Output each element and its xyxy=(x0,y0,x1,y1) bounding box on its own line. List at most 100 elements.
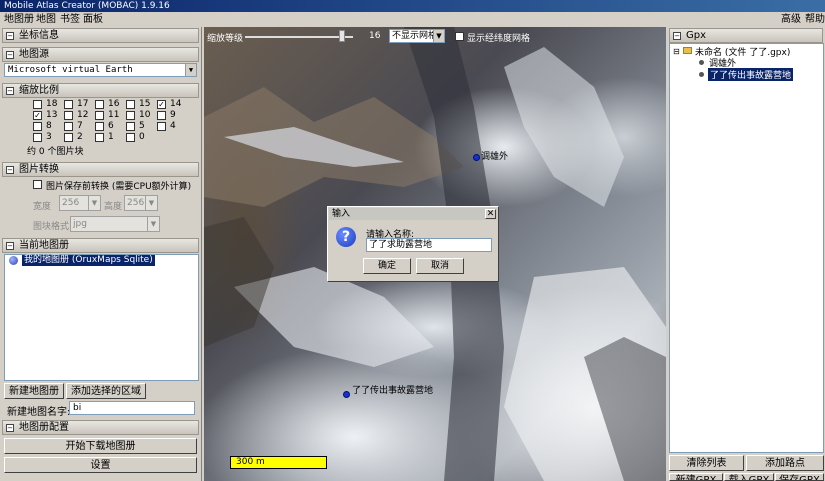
gpx-panel: − Gpx ⊟ 未命名 (文件 了了.gpx) 调雄外 了了传出事故露营地 清除列… xyxy=(668,27,825,481)
scale-bar: 300 m xyxy=(230,456,327,469)
zoom-level-checkbox[interactable] xyxy=(95,100,104,109)
chevron-down-icon: ▼ xyxy=(88,196,100,210)
zoom-level-label: 3 xyxy=(46,132,52,142)
collapse-icon: − xyxy=(6,424,14,432)
zoom-level-checkbox[interactable] xyxy=(64,133,73,142)
zoom-level-label: 8 xyxy=(46,121,52,131)
zoom-level-checkbox[interactable]: ✓ xyxy=(157,100,166,109)
settings-button[interactable]: 设置 xyxy=(4,457,197,473)
height-select[interactable]: 256 ▼ xyxy=(124,195,158,211)
height-label: 高度 xyxy=(104,202,123,212)
zoom-value: 16 xyxy=(369,31,381,41)
gpx-tree-item-selected[interactable]: 了了传出事故露营地 xyxy=(708,68,794,81)
new-gpx-button[interactable]: 新建GPX xyxy=(669,473,723,481)
zoom-level-checkbox[interactable] xyxy=(157,111,166,120)
zoom-level-label: 0 xyxy=(139,132,145,142)
latlon-grid-checkbox[interactable] xyxy=(455,32,464,41)
chevron-down-icon: ▼ xyxy=(185,64,196,76)
menu-map[interactable]: 地图 xyxy=(36,12,56,27)
app-title: Mobile Atlas Creator (MOBAC) 1.9.16 xyxy=(4,1,170,11)
latlon-grid-label: 显示经纬度网格 xyxy=(467,34,531,44)
tree-expander-icon[interactable]: ⊟ xyxy=(673,47,680,56)
waypoint-marker[interactable] xyxy=(343,391,350,398)
zoom-level-checkbox[interactable] xyxy=(126,111,135,120)
menu-panels[interactable]: 面板 xyxy=(83,12,103,27)
map-toolbar: 缩放等级 16 不显示网格 ▼ 显示经纬度网格 xyxy=(204,27,666,47)
zoom-level-label: 1 xyxy=(108,132,114,142)
close-icon[interactable]: ✕ xyxy=(485,209,496,219)
zoom-level-label: 16 xyxy=(108,99,120,109)
zoom-level-checkbox[interactable] xyxy=(126,122,135,131)
title-bar: Mobile Atlas Creator (MOBAC) 1.9.16 xyxy=(0,0,825,12)
zoom-level-checkbox[interactable] xyxy=(95,133,104,142)
zoom-level-label: 14 xyxy=(170,99,182,109)
format-select[interactable]: jpg ▼ xyxy=(70,216,160,232)
zoom-level-label: 4 xyxy=(170,121,176,131)
zoom-level-label: 11 xyxy=(108,110,120,120)
width-select[interactable]: 256 ▼ xyxy=(59,195,101,211)
menu-bookmarks[interactable]: 书签 xyxy=(60,12,80,27)
convert-header[interactable]: − 图片转换 xyxy=(2,162,199,177)
globe-icon xyxy=(9,256,18,265)
zoom-level-checkbox[interactable] xyxy=(33,100,42,109)
map-source-header[interactable]: − 地图源 xyxy=(2,47,199,62)
map-source-select[interactable]: Microsoft virtual Earth ▼ xyxy=(4,63,197,77)
collapse-icon: − xyxy=(6,166,14,174)
menu-help[interactable]: 帮助 xyxy=(805,12,825,27)
dialog-name-input[interactable]: 了了求助露营地 xyxy=(366,238,492,252)
gpx-header[interactable]: − Gpx xyxy=(669,28,823,43)
zoom-level-label: 15 xyxy=(139,99,151,109)
menu-advanced[interactable]: 高级 xyxy=(781,12,801,27)
zoom-level-checkbox[interactable] xyxy=(95,111,104,120)
zoom-level-label: 7 xyxy=(77,121,83,131)
zoom-level-checkbox[interactable] xyxy=(64,111,73,120)
waypoint-dot-icon xyxy=(699,72,704,77)
zoom-slider-handle[interactable] xyxy=(339,30,345,42)
chevron-down-icon: ▼ xyxy=(147,217,159,231)
zoom-level-label: 18 xyxy=(46,99,58,109)
load-gpx-button[interactable]: 载入GPX xyxy=(724,473,774,481)
zoom-slider[interactable] xyxy=(245,36,353,38)
zoom-level-checkbox[interactable] xyxy=(33,122,42,131)
collapse-icon: − xyxy=(6,87,14,95)
zoom-header[interactable]: − 缩放比例 xyxy=(2,83,199,98)
convert-checkbox[interactable] xyxy=(33,180,42,189)
waypoint-label: 调雄外 xyxy=(481,152,509,162)
zoom-level-checkbox[interactable] xyxy=(33,133,42,142)
collapse-icon: − xyxy=(6,242,14,250)
add-selection-button[interactable]: 添加选择的区域 xyxy=(66,383,146,399)
zoom-level-label: 2 xyxy=(77,132,83,142)
start-download-button[interactable]: 开始下载地图册 xyxy=(4,438,197,454)
gpx-tree[interactable]: ⊟ 未命名 (文件 了了.gpx) 调雄外 了了传出事故露营地 xyxy=(669,43,824,453)
atlas-item[interactable]: 我的地图册 (OruxMaps Sqlite) xyxy=(22,255,155,266)
zoom-level-label: 12 xyxy=(77,110,89,120)
zoom-level-checkbox[interactable] xyxy=(126,133,135,142)
new-atlas-button[interactable]: 新建地图册 xyxy=(4,383,64,399)
waypoint-label: 了了传出事故露营地 xyxy=(352,386,434,396)
waypoint-dot-icon xyxy=(699,60,704,65)
zoom-level-checkbox[interactable] xyxy=(95,122,104,131)
atlas-header[interactable]: − 当前地图册 xyxy=(2,238,199,253)
zoom-level-checkbox[interactable] xyxy=(157,122,166,131)
zoom-level-label: 5 xyxy=(139,121,145,131)
grid-select[interactable]: 不显示网格 ▼ xyxy=(389,29,445,43)
cancel-button[interactable]: 取消 xyxy=(416,258,464,274)
atlas-tree[interactable]: 我的地图册 (OruxMaps Sqlite) xyxy=(4,254,199,381)
input-dialog: 输入 ✕ ? 请输入名称: 了了求助露营地 确定 取消 xyxy=(327,206,499,282)
zoom-level-checkbox[interactable] xyxy=(64,122,73,131)
menu-atlas[interactable]: 地图册 xyxy=(4,12,34,27)
new-map-name-input[interactable]: bi xyxy=(69,401,195,415)
save-gpx-button[interactable]: 保存GPX xyxy=(775,473,824,481)
collapse-icon: − xyxy=(6,51,14,59)
coords-header[interactable]: − 坐标信息 xyxy=(2,28,199,43)
format-label: 图块格式 xyxy=(33,222,70,232)
clear-list-button[interactable]: 清除列表 xyxy=(669,455,744,471)
zoom-level-checkbox[interactable] xyxy=(126,100,135,109)
waypoint-marker[interactable] xyxy=(473,154,480,161)
zoom-level-checkbox[interactable]: ✓ xyxy=(33,111,42,120)
zoom-level-label: 6 xyxy=(108,121,114,131)
add-waypoint-button[interactable]: 添加路点 xyxy=(746,455,824,471)
config-header[interactable]: − 地图册配置 xyxy=(2,420,199,435)
ok-button[interactable]: 确定 xyxy=(363,258,411,274)
zoom-level-checkbox[interactable] xyxy=(64,100,73,109)
